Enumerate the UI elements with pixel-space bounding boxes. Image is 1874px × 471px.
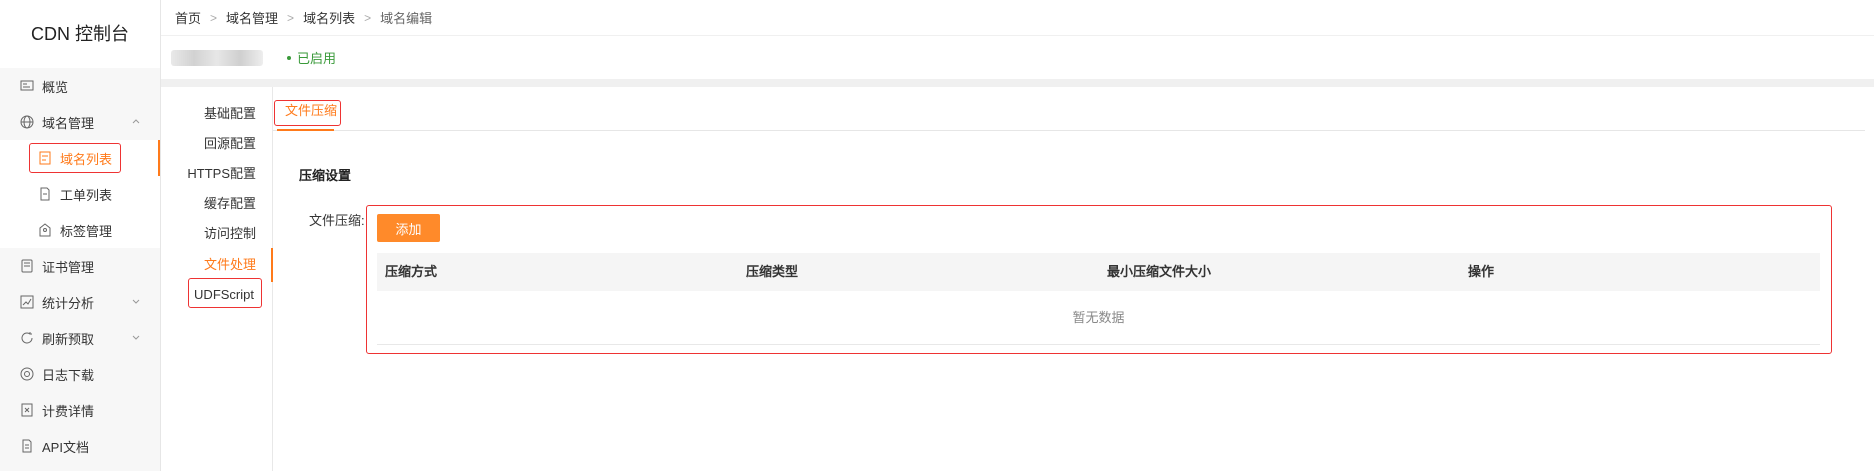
tag-icon <box>38 223 52 237</box>
sidebar-item-label: 刷新预取 <box>42 331 95 347</box>
cdn-console: CDN 控制台 概览 域名管理 域名列表 工单列表 标签管理 证书管理 统计分析… <box>0 0 1874 471</box>
chevron-up-icon <box>130 115 142 127</box>
status-badge: 已启用 <box>287 48 336 67</box>
column-header: 最小压缩文件大小 <box>1107 264 1212 279</box>
config-tab-https[interactable]: HTTPS配置 <box>187 164 256 184</box>
highlight-box <box>188 278 262 308</box>
main-panel: 文件压缩 压缩设置 文件压缩: 添加 压缩方式 压缩类型 最小压缩文件大小 操作… <box>273 87 1874 471</box>
config-tab-origin[interactable]: 回源配置 <box>204 134 256 154</box>
sidebar-item-label: 域名管理 <box>42 115 95 131</box>
sidebar-item-log-download[interactable]: 日志下载 <box>0 356 160 392</box>
sidebar-item-label: 概览 <box>42 79 69 95</box>
sidebar-nav: 概览 域名管理 域名列表 工单列表 标签管理 证书管理 统计分析 刷新预取 日志… <box>0 68 160 464</box>
sidebar-item-label: 日志下载 <box>42 367 95 383</box>
sidebar-item-billing-details[interactable]: 计费详情 <box>0 392 160 428</box>
sidebar-item-statistics[interactable]: 统计分析 <box>0 284 160 320</box>
billing-icon <box>20 403 34 417</box>
sidebar-item-label: 计费详情 <box>42 403 95 419</box>
sidebar-item-label: 证书管理 <box>42 259 95 275</box>
breadcrumb: 首页 > 域名管理 > 域名列表 > 域名编辑 <box>161 0 1874 36</box>
chevron-right-icon: > <box>364 10 372 25</box>
domain-header: 已启用 <box>161 36 1874 79</box>
chevron-down-icon <box>130 295 142 307</box>
column-header: 压缩类型 <box>746 264 799 279</box>
column-header: 压缩方式 <box>385 264 438 279</box>
sidebar-item-domain-management[interactable]: 域名管理 <box>0 104 160 140</box>
log-download-icon <box>20 367 34 381</box>
status-dot-icon <box>287 55 291 60</box>
sidebar-item-label: 工单列表 <box>60 187 113 203</box>
document-icon <box>38 187 52 201</box>
status-text: 已启用 <box>297 51 337 66</box>
sidebar-item-label: 标签管理 <box>60 223 113 239</box>
chevron-down-icon <box>130 331 142 343</box>
highlight-box <box>274 100 341 126</box>
sidebar-item-refresh-prefetch[interactable]: 刷新预取 <box>0 320 160 356</box>
breadcrumb-home[interactable]: 首页 <box>175 8 201 27</box>
config-tab-basic[interactable]: 基础配置 <box>204 104 256 124</box>
tab-bar: 文件压缩 <box>273 87 1865 131</box>
sidebar-item-label: API文档 <box>42 439 89 455</box>
section-title: 压缩设置 <box>299 168 352 183</box>
active-tab-underline <box>277 129 334 131</box>
console-title: CDN 控制台 <box>0 0 160 68</box>
certificate-icon <box>20 259 34 273</box>
breadcrumb-domain-list[interactable]: 域名列表 <box>303 8 355 27</box>
config-menu: 基础配置 回源配置 HTTPS配置 缓存配置 访问控制 文件处理 UDFScri… <box>161 87 273 471</box>
sidebar-item-overview[interactable]: 概览 <box>0 68 160 104</box>
sidebar-item-ticket-list[interactable]: 工单列表 <box>0 176 160 212</box>
sidebar-item-label: 统计分析 <box>42 295 95 311</box>
config-tab-access-control[interactable]: 访问控制 <box>204 224 256 244</box>
field-label: 文件压缩: <box>309 213 365 228</box>
compression-table: 压缩方式 压缩类型 最小压缩文件大小 操作 暂无数据 <box>377 253 1820 345</box>
breadcrumb-domain-management[interactable]: 域名管理 <box>226 8 278 27</box>
config-tab-cache[interactable]: 缓存配置 <box>204 194 256 214</box>
refresh-icon <box>20 331 34 345</box>
breadcrumb-current: 域名编辑 <box>380 11 433 26</box>
highlight-box <box>29 143 121 173</box>
column-header: 操作 <box>1468 264 1495 279</box>
sidebar: CDN 控制台 概览 域名管理 域名列表 工单列表 标签管理 证书管理 统计分析… <box>0 0 161 471</box>
sidebar-item-tag-management[interactable]: 标签管理 <box>0 212 160 248</box>
sidebar-item-certificate-management[interactable]: 证书管理 <box>0 248 160 284</box>
section-divider <box>161 79 1874 87</box>
overview-icon <box>20 79 34 93</box>
active-indicator <box>158 140 160 176</box>
www-globe-icon <box>20 115 34 129</box>
empty-state: 暂无数据 <box>377 291 1820 345</box>
chevron-right-icon: > <box>210 10 218 25</box>
domain-name-redacted <box>171 49 263 66</box>
table-header: 压缩方式 压缩类型 最小压缩文件大小 操作 <box>377 253 1820 291</box>
add-button[interactable]: 添加 <box>377 214 440 242</box>
api-doc-icon <box>20 439 34 453</box>
config-tab-file-processing[interactable]: 文件处理 <box>204 255 256 275</box>
chart-icon <box>20 295 34 309</box>
chevron-right-icon: > <box>287 10 295 25</box>
sidebar-item-api-docs[interactable]: API文档 <box>0 428 160 464</box>
